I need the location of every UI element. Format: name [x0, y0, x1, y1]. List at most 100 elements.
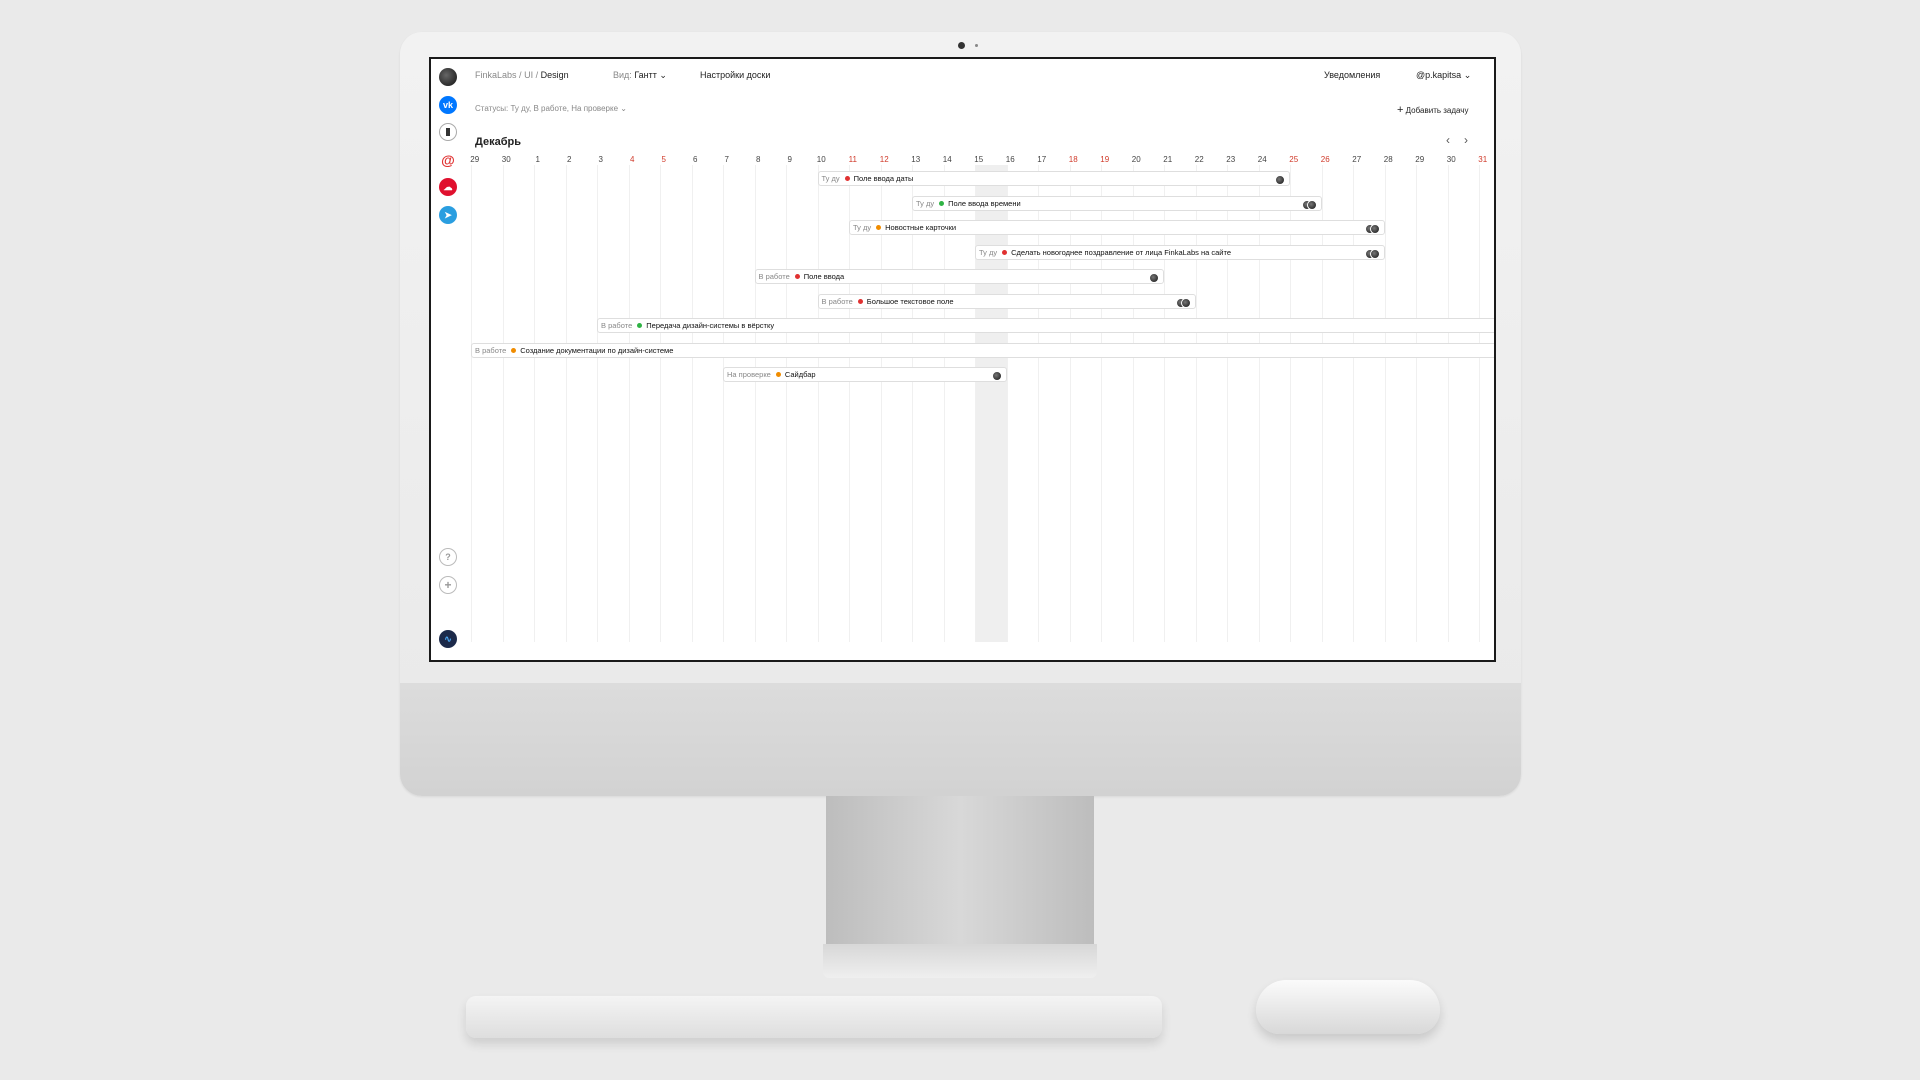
day-column	[1038, 165, 1039, 642]
assignee-avatar[interactable]	[1149, 273, 1159, 283]
day-label: 5	[661, 155, 666, 164]
today-column	[975, 165, 1007, 642]
day-label: 8	[756, 155, 761, 164]
day-label: 13	[911, 155, 921, 164]
day-label: 21	[1163, 155, 1173, 164]
task-status: В работе	[821, 296, 853, 306]
day-column	[691, 165, 693, 642]
camera-sensor-icon	[975, 44, 978, 47]
day-column	[1006, 165, 1008, 642]
breadcrumb-project[interactable]: UI	[524, 70, 533, 80]
task-bar[interactable]: Ту ду Новостные карточки	[849, 220, 1385, 235]
view-select[interactable]: Вид: Гантт ⌄	[613, 70, 667, 81]
day-label: 10	[816, 155, 826, 164]
day-column	[1290, 165, 1291, 642]
day-column	[1321, 165, 1323, 642]
help-icon[interactable]: ?	[439, 548, 457, 566]
day-label: 27	[1352, 155, 1362, 164]
day-column	[502, 165, 504, 642]
telegram-icon[interactable]: ➤	[439, 206, 457, 224]
priority-dot-icon	[844, 176, 850, 181]
task-bar[interactable]: На проверке Сайдбар	[723, 367, 1007, 382]
add-task-button[interactable]: + Добавить задачу	[1397, 104, 1468, 116]
keyboard	[466, 996, 1162, 1038]
day-label: 30	[501, 155, 511, 164]
task-bar[interactable]: В работе Большое текстовое поле	[817, 293, 1196, 309]
task-title: Поле ввода	[803, 272, 845, 281]
prev-month-icon[interactable]: ‹	[1446, 133, 1450, 147]
avatar-icon[interactable]	[439, 68, 457, 86]
day-column	[817, 165, 819, 642]
day-label: 17	[1037, 155, 1047, 164]
priority-dot-icon	[794, 274, 800, 279]
day-label: 24	[1257, 155, 1267, 164]
priority-dot-icon	[637, 323, 643, 328]
assignee-avatar[interactable]	[991, 371, 1002, 381]
day-label: 16	[1005, 155, 1015, 164]
next-month-icon[interactable]: ›	[1464, 133, 1468, 147]
task-bar[interactable]: В работе Поле ввода	[754, 269, 1164, 284]
task-title: Большое текстовое поле	[866, 296, 954, 306]
mouse	[1256, 980, 1440, 1034]
cloud-icon[interactable]: ☁	[439, 178, 457, 196]
task-status: Ту ду	[979, 247, 998, 257]
chevron-down-icon: ⌄	[1463, 70, 1472, 80]
add-icon[interactable]: +	[439, 576, 457, 594]
assignee-avatar[interactable]	[1275, 175, 1285, 185]
day-label: 25	[1289, 155, 1299, 164]
bookmark-icon[interactable]	[439, 123, 457, 141]
day-label: 15	[974, 155, 984, 164]
status-filter[interactable]: Статусы: Ту ду, В работе, На проверке ⌄	[475, 104, 627, 113]
task-title: Передача дизайн-системы в вёрстку	[646, 321, 775, 330]
day-column	[1479, 165, 1480, 642]
day-label: 1	[535, 155, 540, 164]
task-bar[interactable]: Ту ду Поле ввода даты	[817, 171, 1290, 186]
day-column	[723, 165, 724, 642]
notifications-link[interactable]: Уведомления	[1324, 70, 1380, 80]
day-column	[1353, 165, 1354, 642]
assignee-avatar[interactable]	[1369, 248, 1380, 259]
assignee-avatar[interactable]	[1369, 224, 1380, 234]
board-settings-link[interactable]: Настройки доски	[700, 70, 770, 80]
task-bar[interactable]: В работе Создание документации по дизайн-…	[471, 342, 1494, 358]
user-menu[interactable]: @p.kapitsa ⌄	[1416, 70, 1471, 81]
profile-icon[interactable]: ∿	[439, 630, 457, 648]
breadcrumb-sep: /	[519, 70, 522, 80]
add-task-label: Добавить задачу	[1405, 106, 1469, 115]
day-column	[565, 165, 567, 642]
day-label: 31	[1478, 155, 1488, 164]
monitor-stand	[826, 796, 1094, 944]
day-label: 23	[1226, 155, 1236, 164]
task-bar[interactable]: В работе Передача дизайн-системы в вёрстк…	[597, 318, 1494, 333]
day-label: 6	[693, 155, 698, 164]
day-column	[786, 165, 787, 642]
task-bar[interactable]: Ту ду Сделать новогоднее поздравление от …	[975, 244, 1385, 260]
priority-dot-icon	[1002, 249, 1008, 255]
chevron-down-icon: ⌄	[620, 104, 627, 113]
task-bar[interactable]: Ту ду Поле ввода времени	[912, 195, 1322, 211]
day-column	[471, 165, 472, 642]
day-label: 20	[1131, 155, 1141, 164]
mail-at-icon[interactable]: @	[439, 151, 457, 169]
day-column	[754, 165, 756, 642]
assignee-avatar[interactable]	[1306, 199, 1317, 210]
assignee-avatar[interactable]	[1180, 297, 1191, 308]
breadcrumb-org[interactable]: FinkaLabs	[475, 70, 517, 80]
day-column	[1164, 165, 1165, 642]
day-label: 3	[598, 155, 603, 164]
day-label: 7	[724, 155, 729, 164]
task-status: В работе	[601, 321, 633, 330]
priority-dot-icon	[939, 200, 945, 206]
breadcrumb-board[interactable]: Design	[541, 70, 569, 80]
task-title: Поле ввода даты	[853, 174, 914, 183]
day-column	[1384, 165, 1386, 642]
day-label: 26	[1320, 155, 1330, 164]
day-column	[1195, 165, 1197, 642]
day-column	[597, 165, 598, 642]
day-label: 18	[1068, 155, 1078, 164]
month-title: Декабрь	[475, 136, 521, 148]
vk-icon[interactable]: vk	[439, 96, 457, 114]
task-status: В работе	[758, 272, 790, 281]
task-title: Сделать новогоднее поздравление от лица …	[1011, 247, 1231, 257]
day-column	[660, 165, 661, 642]
